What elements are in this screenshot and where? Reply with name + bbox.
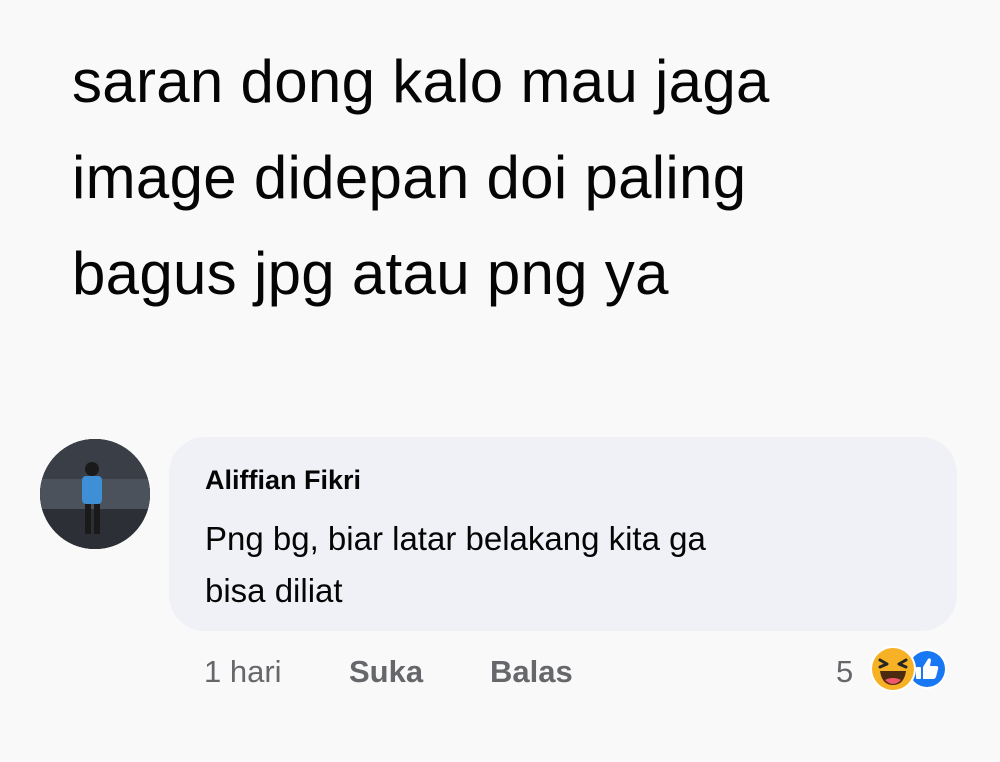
haha-icon — [870, 646, 916, 692]
post-text-line: saran dong kalo mau jaga — [72, 48, 770, 115]
reaction-summary[interactable]: 5 — [836, 644, 966, 694]
post-text: saran dong kalo mau jaga image didepan d… — [72, 34, 972, 322]
avatar[interactable] — [40, 439, 150, 549]
comment-text: Png bg, biar latar belakang kita ga bisa… — [205, 513, 905, 617]
reaction-count: 5 — [836, 654, 854, 689]
post-text-line: bagus jpg atau png ya — [72, 240, 669, 307]
avatar-photo — [40, 439, 150, 549]
comment-timestamp[interactable]: 1 hari — [204, 654, 282, 690]
comment-text-line: Png bg, biar latar belakang kita ga — [205, 520, 706, 557]
comment-text-line: bisa diliat — [205, 572, 343, 609]
comment-author[interactable]: Aliffian Fikri — [205, 465, 361, 496]
like-button[interactable]: Suka — [349, 654, 423, 690]
comment-bubble: Aliffian Fikri Png bg, biar latar belaka… — [169, 437, 957, 631]
post-text-line: image didepan doi paling — [72, 144, 747, 211]
reply-button[interactable]: Balas — [490, 654, 573, 690]
